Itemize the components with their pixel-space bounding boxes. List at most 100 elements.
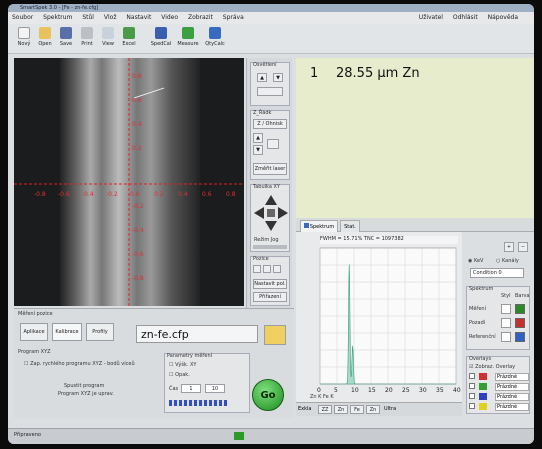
measurement-params-group: Parametry měření ☐ Výšk. XY ☐ Opak. Čas … [164,353,250,413]
element-table: Exkla ZZ Zn Fe Zn Ultra [296,402,462,416]
z-up-button[interactable]: ▲ [253,133,263,143]
menu-item[interactable]: Nastavit [126,14,151,21]
spectrum-x-tick: 40 [453,387,461,394]
kev-radio[interactable]: ◉ KeV [468,258,483,264]
spectrum-plot: 0 5 10 15 20 25 30 35 40 [317,247,461,394]
menu-item[interactable]: Zobrazit [188,14,213,21]
profiles-button[interactable]: Profily [86,323,114,341]
tab-spectrum[interactable]: Spektrum [300,220,338,232]
direction-pad[interactable] [252,193,290,233]
spectrum-x-tick: 25 [402,387,410,394]
element-cell[interactable]: ZZ [318,405,332,414]
excel-icon [123,27,135,39]
overlay-row[interactable]: Prázdné [469,383,529,392]
camera-x-tick: 0.8 [226,191,236,198]
spectrum-style-row[interactable]: Měření [469,303,529,315]
height-xy-checkbox[interactable]: ☐ Výšk. XY [169,362,196,368]
spectrum-xlabel: Zn K Fe K [310,394,334,400]
status-bar: Připraveno [8,428,534,444]
repeat-checkbox[interactable]: ☐ Opak. [169,372,190,378]
zoom-in-icon[interactable]: + [504,242,514,252]
status-indicator [234,432,244,440]
z-focus-button[interactable]: Z / Ohnisk [253,119,287,129]
menu-item[interactable]: Video [161,14,178,21]
element-cell[interactable]: Zn [334,405,348,414]
spectrum-panel[interactable]: FWHM = 15.71% TNC = 1097382 0 5 10 15 20 25 30… [296,232,462,416]
result-index: 1 [310,66,319,81]
open-folder-icon[interactable] [264,325,286,345]
set-position-button[interactable]: Nastavit pol. [253,279,287,289]
z-down-button[interactable]: ▼ [253,145,263,155]
camera-x-tick: -0.8 [34,191,46,198]
filename-field[interactable]: zn-fe.cfp [136,325,258,343]
light-up-button[interactable]: ▲ [257,73,267,82]
excel-button[interactable]: Excel [119,24,139,52]
start-program-link[interactable]: Spustit program [64,383,104,389]
element-cell[interactable]: Zn [366,405,380,414]
overlay-checkbox[interactable]: ☑ Zobraz. Overlay [469,364,515,370]
view-button[interactable]: View [98,24,118,52]
camera-x-tick: 0.0 [130,191,140,198]
fast-program-checkbox[interactable]: ☐ Zap. rychlého programu XYZ - bodů více… [24,361,135,367]
menu-item[interactable]: Správa [223,14,244,21]
light-down-button[interactable]: ▼ [273,73,283,82]
open-button[interactable]: Open [35,24,55,52]
calibration-button[interactable]: Kalibrace [52,323,82,341]
camera-x-tick: 0.4 [178,191,188,198]
overlay-row[interactable]: Prázdné [469,393,529,402]
menu-item[interactable]: Stůl [82,14,94,21]
printer-icon [81,27,93,39]
pos-3-button[interactable] [273,265,281,273]
measure-icon [182,27,194,39]
camera-y-tick: 0.2 [132,145,142,152]
overlay-row[interactable]: Prázdné [469,373,529,382]
folder-icon [39,27,51,39]
camera-x-tick: 0.6 [202,191,212,198]
spectrum-x-tick: 20 [385,387,393,394]
spectrum-icon [155,27,167,39]
camera-view[interactable]: -0.8 -0.6 -0.4 -0.2 0.0 0.2 0.4 0.6 0.8 0.8 0.6 0.… [14,58,244,306]
menu-item-logout[interactable]: Odhlásit [453,14,478,21]
camera-x-tick: -0.6 [58,191,70,198]
pos-1-button[interactable] [253,265,261,273]
spectrum-style-row[interactable]: Pozadí [469,317,529,329]
save-button[interactable]: Save [56,24,76,52]
spectrum-x-tick: 30 [419,387,427,394]
tab-stat[interactable]: Stat. [340,220,360,232]
menu-item[interactable]: Vlož [104,14,117,21]
camera-y-tick: 0.6 [132,97,142,104]
print-button[interactable]: Print [77,24,97,52]
time-input[interactable]: 1 [181,384,201,393]
menu-item-user[interactable]: Uživatel [419,14,443,21]
element-cell[interactable]: Fe [350,405,364,414]
spectrum-style-group: Spektrum Styl Barva Měření Pozadí Refere… [466,286,530,350]
program-edited-label: Program XYZ je uprav. [58,391,114,397]
channels-radio[interactable]: ○ Kanály [496,258,519,264]
menu-item-help[interactable]: Nápověda [488,14,518,21]
measure-button[interactable]: Measure [175,24,201,52]
application-button[interactable]: Aplikace [20,323,48,341]
z-step-button[interactable] [267,139,279,149]
zoom-out-icon[interactable]: − [518,242,528,252]
assign-button[interactable]: Přiřazení [253,292,287,302]
laser-measure-button[interactable]: Změřit laser [253,163,287,175]
view-icon [102,27,114,39]
light-toggle[interactable] [257,87,283,96]
spectrum-style-row[interactable]: Referenční [469,331,529,343]
speed-slider[interactable] [253,245,287,249]
qtycalc-button[interactable]: QtyCalc [202,24,228,52]
x-ticks: -0.8 -0.6 -0.4 -0.2 0.0 0.2 0.4 0.6 0.8 [34,191,236,198]
specal-button[interactable]: SpedCal [148,24,174,52]
overlay-row[interactable]: Prázdné [469,403,529,412]
toolbar: Nový Open Save Print View Excel SpedCal … [8,24,534,54]
go-button[interactable]: Go [252,379,284,411]
pos-2-button[interactable] [263,265,271,273]
time-input-2[interactable]: 10 [205,384,225,393]
camera-y-tick: 0.4 [132,121,142,128]
new-button[interactable]: Nový [14,24,34,52]
lighting-group: Osvětlení ▲ ▼ [250,62,290,106]
condition-select[interactable]: Condition 0 [470,268,524,278]
menu-item[interactable]: Soubor [12,14,33,21]
menu-item[interactable]: Spektrum [43,14,72,21]
zoom-group: Z_Řádk Z / Ohnisk ▲ ▼ Změřit laser [250,110,290,180]
